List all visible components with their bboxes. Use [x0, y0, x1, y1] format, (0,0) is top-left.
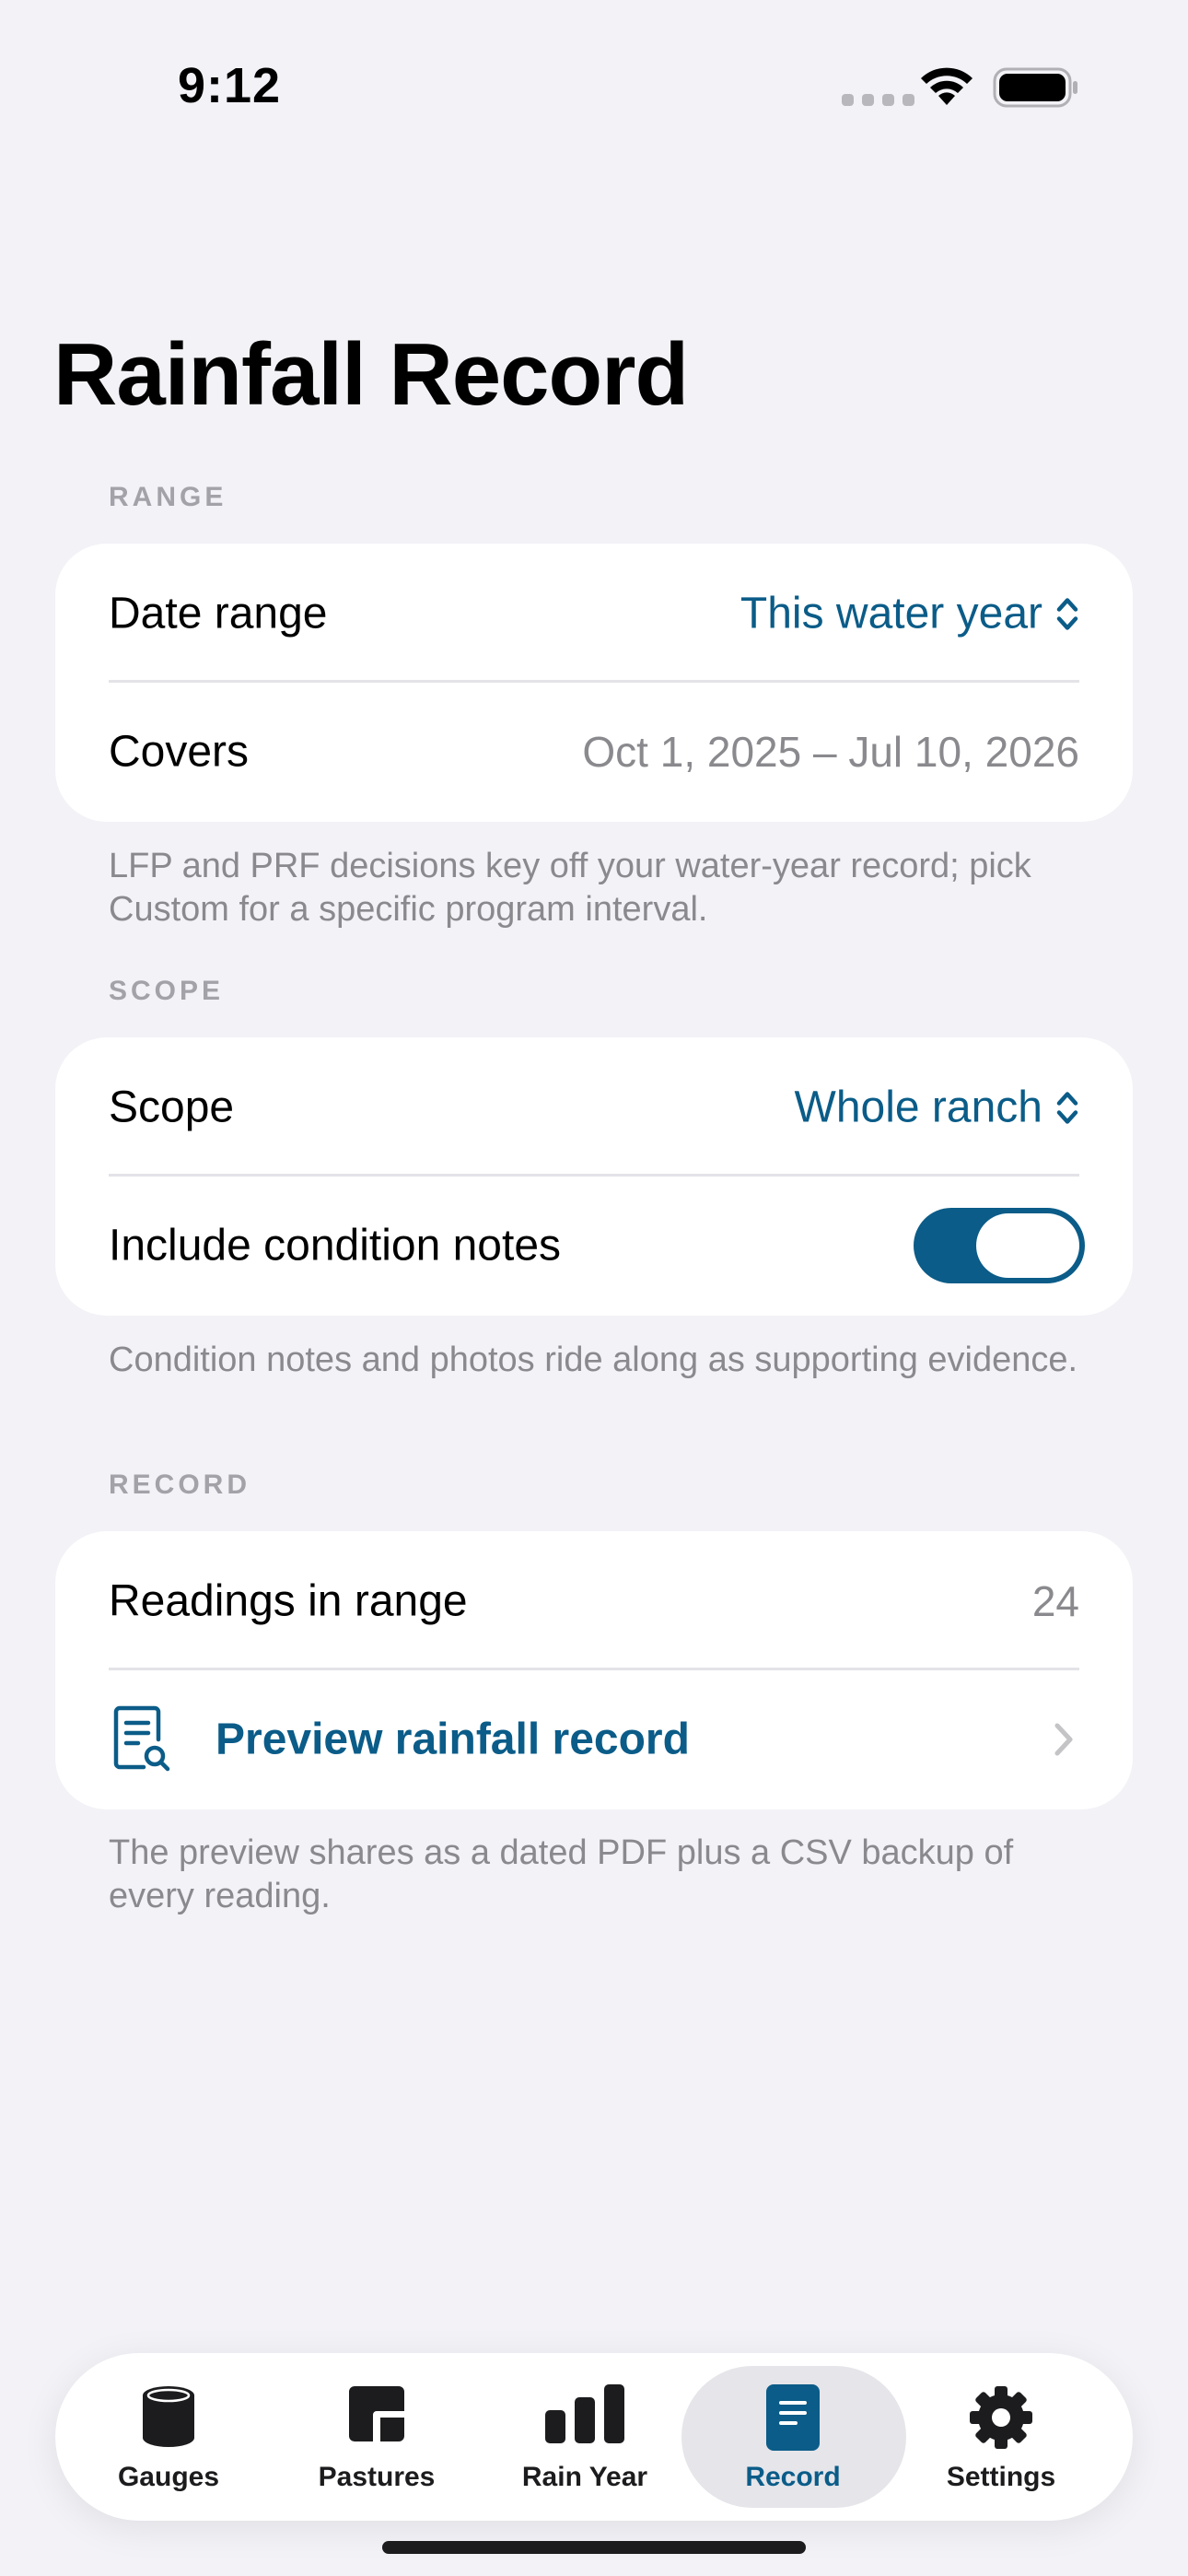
status-time: 9:12: [178, 58, 282, 113]
scope-footer-note: Condition notes and photos ride along as…: [109, 1341, 1078, 1379]
scope-card: Scope Whole ranch Include condition note…: [55, 1037, 1133, 1316]
scope-value: Whole ranch: [794, 1083, 1042, 1132]
scope-label: Scope: [109, 1083, 235, 1132]
record-footer-note: The preview shares as a dated PDF plus a…: [109, 1833, 1014, 1915]
tab-label: Gauges: [117, 2462, 220, 2492]
condition-notes-toggle[interactable]: [914, 1208, 1085, 1283]
condition-notes-row: Include condition notes: [55, 1176, 1133, 1316]
tab-settings[interactable]: Settings: [897, 2353, 1105, 2521]
covers-row: Covers Oct 1, 2025 – Jul 10, 2026: [55, 682, 1133, 822]
covers-label: Covers: [109, 727, 250, 777]
gauge-cylinder-icon: [143, 2386, 194, 2447]
wifi-icon: [921, 67, 973, 105]
gear-icon: [970, 2386, 1032, 2449]
scope-picker[interactable]: Whole ranch: [795, 1083, 1079, 1133]
record-card: Readings in range 24 Preview rainfall re…: [55, 1531, 1133, 1809]
readings-row: Readings in range 24: [55, 1531, 1133, 1671]
document-magnifier-icon: [113, 1705, 170, 1772]
readings-count: 24: [1031, 1577, 1079, 1625]
date-range-row[interactable]: Date range This water year: [55, 544, 1133, 684]
tab-label: Rain Year: [521, 2462, 648, 2492]
date-range-label: Date range: [109, 589, 328, 638]
tab-gauges[interactable]: Gauges: [64, 2353, 273, 2521]
pastures-icon: [349, 2386, 404, 2441]
condition-notes-label: Include condition notes: [109, 1221, 562, 1270]
toggle-knob: [976, 1213, 1079, 1278]
preview-record-row[interactable]: Preview rainfall record: [55, 1669, 1133, 1809]
home-indicator: [382, 2541, 806, 2554]
date-range-picker[interactable]: This water year: [740, 589, 1079, 639]
status-bar: 9:12: [0, 0, 1188, 175]
range-section-header: RANGE: [109, 482, 227, 512]
range-card: Date range This water year Covers Oct 1,…: [55, 544, 1133, 822]
scope-row[interactable]: Scope Whole ranch: [55, 1037, 1133, 1177]
chevron-up-down-icon: [1056, 597, 1078, 630]
scope-section-header: SCOPE: [109, 976, 225, 1006]
tab-pastures[interactable]: Pastures: [273, 2353, 481, 2521]
record-section-header: RECORD: [109, 1469, 251, 1500]
tab-bar: Gauges Pastures Rain Year Record Setting…: [55, 2353, 1133, 2521]
bar-chart-icon: [545, 2384, 624, 2443]
date-range-value: This water year: [740, 589, 1042, 638]
tab-label: Settings: [946, 2462, 1056, 2492]
page-title: Rainfall Record: [53, 325, 689, 424]
record-document-icon: [766, 2384, 820, 2451]
tab-rain-year[interactable]: Rain Year: [481, 2353, 689, 2521]
readings-label: Readings in range: [109, 1576, 468, 1626]
chevron-right-icon: [1054, 1723, 1073, 1756]
tab-label: Record: [745, 2462, 841, 2492]
tab-record[interactable]: Record: [681, 2353, 906, 2521]
covers-value: Oct 1, 2025 – Jul 10, 2026: [582, 728, 1079, 776]
tab-label: Pastures: [318, 2462, 436, 2492]
cellular-signal-icon: [842, 94, 914, 106]
preview-record-label: Preview rainfall record: [215, 1715, 690, 1764]
chevron-up-down-icon: [1056, 1091, 1078, 1124]
battery-icon: [993, 67, 1077, 108]
range-footer-note: LFP and PRF decisions key off your water…: [109, 847, 1031, 929]
